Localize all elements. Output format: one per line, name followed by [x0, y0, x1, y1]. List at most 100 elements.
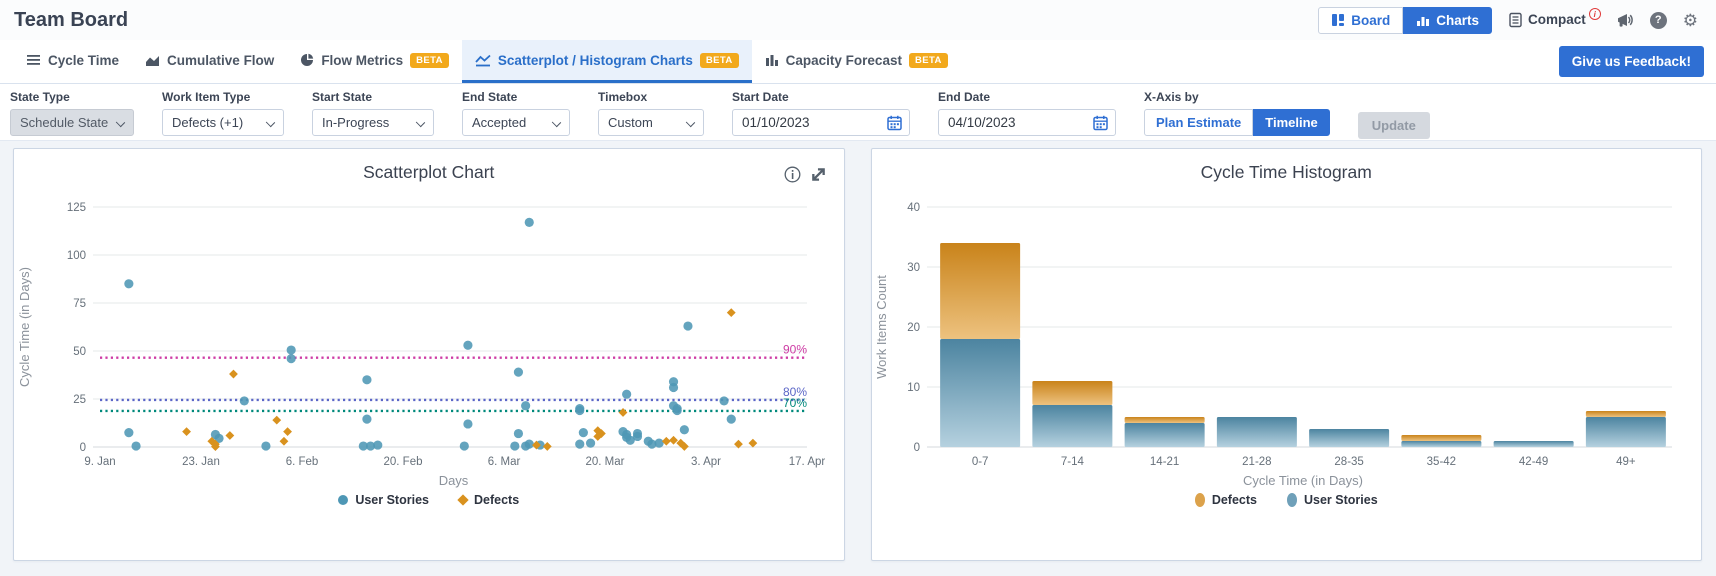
scatter-point[interactable] — [683, 321, 693, 331]
scatter-point[interactable] — [578, 428, 588, 438]
beta-badge: BETA — [699, 52, 739, 68]
charts-area: Scatterplot Chart 0 25 50 75 100 125 9. Jan 23.… — [0, 140, 1716, 576]
svg-text:25: 25 — [73, 394, 86, 406]
scatter-point[interactable] — [513, 428, 523, 439]
scatter-point[interactable] — [668, 382, 678, 393]
tab-label: Cycle Time — [48, 52, 120, 68]
bar-user-stories[interactable] — [1493, 441, 1574, 447]
defect-point[interactable] — [272, 415, 281, 425]
state-type-select[interactable]: Schedule State — [10, 109, 134, 136]
filter-label: End Date — [938, 90, 991, 104]
scatter-point[interactable] — [362, 414, 372, 424]
compact-info-badge[interactable]: i — [1588, 8, 1601, 20]
scatter-point[interactable] — [574, 439, 585, 449]
scatter-point[interactable] — [726, 414, 736, 424]
legend-item-user-stories[interactable]: User Stories — [1287, 493, 1378, 507]
scatter-point[interactable] — [286, 354, 296, 364]
timebox-select[interactable]: Custom — [598, 109, 704, 136]
ellipse-marker-icon — [1287, 493, 1297, 507]
defect-point[interactable] — [618, 408, 628, 417]
defect-point[interactable] — [279, 436, 289, 446]
scatter-point[interactable] — [261, 441, 271, 451]
scatter-point[interactable] — [124, 279, 134, 289]
filter-start-state: Start State In-Progress — [312, 90, 434, 136]
bar-defects[interactable] — [1124, 417, 1205, 423]
chevron-down-icon — [115, 117, 126, 128]
scatter-point[interactable] — [719, 396, 729, 406]
scatter-point[interactable] — [286, 345, 296, 355]
defect-point[interactable] — [181, 427, 191, 437]
legend-item-user-stories[interactable]: User Stories — [338, 493, 429, 507]
settings-button[interactable]: ⚙ — [1683, 12, 1698, 29]
scatter-point[interactable] — [524, 439, 534, 449]
svg-text:30: 30 — [907, 262, 920, 274]
legend-item-defects[interactable]: Defects — [457, 493, 520, 507]
bar-user-stories[interactable] — [1124, 423, 1205, 447]
update-button[interactable]: Update — [1357, 112, 1430, 139]
bar-user-stories[interactable] — [1401, 441, 1482, 447]
scatter-point[interactable] — [131, 441, 141, 451]
defect-point[interactable] — [225, 431, 235, 440]
defect-point[interactable] — [228, 369, 238, 379]
scatter-point[interactable] — [524, 217, 534, 227]
tab-flow-metrics[interactable]: Flow Metrics BETA — [287, 40, 462, 83]
bar-defects[interactable] — [1586, 411, 1667, 417]
defect-point[interactable] — [748, 438, 758, 448]
tab-cumulative-flow[interactable]: Cumulative Flow — [132, 40, 287, 83]
start-date-input[interactable] — [733, 110, 873, 135]
announcements-button[interactable] — [1617, 13, 1634, 28]
bar-defects[interactable] — [940, 243, 1021, 339]
scatter-point[interactable] — [679, 425, 689, 435]
expand-icon[interactable] — [809, 165, 828, 184]
calendar-icon[interactable] — [1093, 115, 1108, 131]
bar-user-stories[interactable] — [1032, 405, 1113, 447]
legend-label: Defects — [473, 493, 520, 507]
tab-scatterplot-histogram[interactable]: Scatterplot / Histogram Charts BETA — [461, 40, 752, 83]
svg-text:9. Jan: 9. Jan — [84, 456, 115, 468]
scatter-point[interactable] — [372, 440, 383, 450]
bar-defects[interactable] — [1401, 435, 1482, 441]
chevron-down-icon — [551, 117, 562, 128]
bar-user-stories[interactable] — [1217, 417, 1298, 447]
scatter-point[interactable] — [459, 441, 469, 451]
plan-estimate-button[interactable]: Plan Estimate — [1144, 109, 1254, 136]
scatter-point[interactable] — [621, 389, 631, 399]
scatter-point[interactable] — [520, 401, 530, 411]
help-button[interactable]: ? — [1649, 11, 1667, 29]
tab-capacity-forecast[interactable]: Capacity Forecast BETA — [752, 40, 961, 83]
scatter-point[interactable] — [509, 441, 520, 451]
scatter-point[interactable] — [672, 405, 682, 416]
feedback-button[interactable]: Give us Feedback! — [1558, 46, 1704, 77]
info-icon[interactable] — [784, 166, 801, 183]
scatter-point[interactable] — [124, 428, 134, 438]
timeline-button[interactable]: Timeline — [1253, 109, 1330, 136]
scatter-point[interactable] — [239, 396, 249, 406]
scatter-point[interactable] — [362, 375, 372, 385]
bar-user-stories[interactable] — [1309, 429, 1390, 447]
legend-item-defects[interactable]: Defects — [1194, 493, 1257, 507]
scatter-point[interactable] — [632, 431, 642, 442]
bar-defects[interactable] — [1032, 381, 1113, 405]
tab-cycle-time[interactable]: Cycle Time — [14, 40, 132, 83]
scatter-point[interactable] — [585, 438, 595, 448]
bar-user-stories[interactable] — [1586, 417, 1667, 447]
scatter-point[interactable] — [463, 419, 473, 429]
end-state-select[interactable]: Accepted — [462, 109, 570, 136]
end-date-input[interactable] — [939, 110, 1079, 135]
calendar-icon[interactable] — [887, 115, 902, 131]
board-view-button[interactable]: Board — [1318, 6, 1404, 34]
scatter-point[interactable] — [574, 405, 585, 416]
work-item-type-select[interactable]: Defects (+1) — [162, 109, 284, 136]
scatter-point[interactable] — [463, 340, 473, 350]
scatter-point[interactable] — [513, 367, 523, 377]
start-state-select[interactable]: In-Progress — [312, 109, 434, 136]
percentile-lines: 90%80%70% — [99, 343, 807, 413]
bar-user-stories[interactable] — [940, 339, 1021, 447]
charts-view-button[interactable]: Charts — [1403, 6, 1492, 34]
scatter-point[interactable] — [654, 438, 664, 448]
defect-point[interactable] — [282, 427, 292, 437]
compact-toggle[interactable]: Compact i — [1508, 8, 1601, 28]
svg-text:49+: 49+ — [1616, 456, 1636, 468]
defect-point[interactable] — [726, 308, 736, 317]
scatterplot-chart: 0 25 50 75 100 125 9. Jan 23. Jan 6. Feb 20. Feb 6… — [17, 202, 825, 488]
